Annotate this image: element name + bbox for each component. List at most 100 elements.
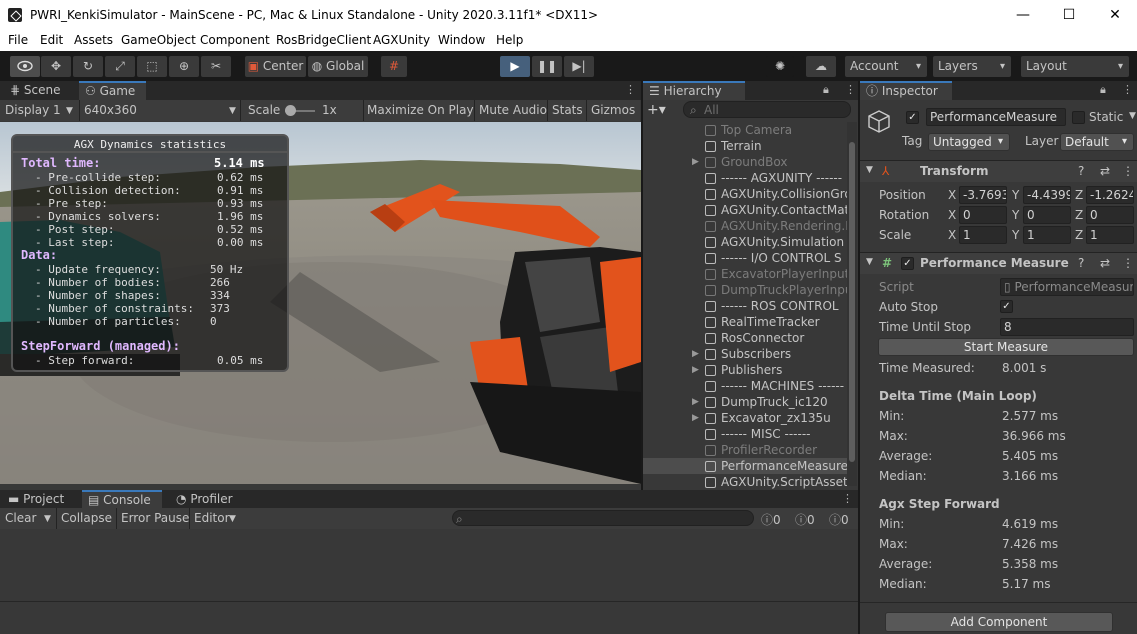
script-field[interactable]: ▯ PerformanceMeasure — [1000, 278, 1134, 296]
help-icon[interactable]: ? — [1078, 164, 1084, 178]
info-count-toggle[interactable]: ⓘ0 — [761, 511, 781, 528]
rotation-x-input[interactable]: 0 — [959, 206, 1007, 224]
hierarchy-item[interactable]: ▶ GroundBox — [643, 154, 847, 170]
minimize-button[interactable]: — — [1003, 4, 1043, 26]
panel-divider[interactable] — [641, 81, 643, 490]
resolution-dropdown[interactable]: 640x360 — [84, 103, 137, 117]
hierarchy-item[interactable]: AGXUnity.ContactMaterials — [643, 202, 847, 218]
position-z-input[interactable]: -1.2624 — [1086, 186, 1134, 204]
menu-file[interactable]: File — [8, 33, 28, 47]
auto-stop-checkbox[interactable]: ✓ — [1000, 300, 1013, 313]
error-pause-button[interactable]: Error Pause — [121, 511, 189, 525]
inspector-menu-icon[interactable]: ⋮ — [1122, 83, 1133, 96]
view-tool-button[interactable] — [10, 56, 40, 77]
foldout-icon[interactable]: ▼ — [866, 165, 873, 175]
move-tool-button[interactable]: ✥ — [41, 56, 71, 77]
foldout-icon[interactable]: ▼ — [866, 257, 873, 267]
clear-button[interactable]: Clear — [5, 511, 36, 525]
expand-arrow-icon[interactable]: ▶ — [692, 154, 699, 170]
component-menu-icon[interactable]: ⋮ — [1122, 256, 1134, 270]
maximize-on-play-button[interactable]: Maximize On Play — [367, 103, 474, 117]
hierarchy-search-input[interactable]: ⌕ All — [683, 101, 851, 118]
menu-component[interactable]: Component — [200, 33, 270, 47]
preset-icon[interactable]: ⇄ — [1100, 164, 1110, 178]
hierarchy-item[interactable]: ------ ROS CONTROL — [643, 298, 847, 314]
time-until-stop-input[interactable]: 8 — [1000, 318, 1134, 336]
tab-scene[interactable]: ⋕ Scene — [4, 81, 66, 100]
hierarchy-item[interactable]: ▶ Publishers — [643, 362, 847, 378]
menu-rosbridgeclient[interactable]: RosBridgeClient — [276, 33, 371, 47]
hierarchy-item[interactable]: RealTimeTracker — [643, 314, 847, 330]
scale-tool-button[interactable]: ⤢ — [105, 56, 135, 77]
hierarchy-item[interactable]: DumpTruckPlayerInput — [643, 282, 847, 298]
transform-tool-button[interactable]: ⊕ — [169, 56, 199, 77]
menu-help[interactable]: Help — [496, 33, 523, 47]
pivot-center-button[interactable]: ▣ Center — [245, 56, 306, 77]
scale-slider-handle[interactable] — [285, 105, 296, 116]
tab-game[interactable]: ⚇ Game — [79, 81, 146, 100]
panel-divider[interactable] — [858, 81, 860, 634]
rect-tool-button[interactable]: ⬚ — [137, 56, 167, 77]
transform-header[interactable]: ▼ ⅄ Transform ? ⇄ ⋮ — [860, 160, 1137, 182]
play-button[interactable]: ▶ — [500, 56, 530, 77]
scale-z-input[interactable]: 1 — [1086, 226, 1134, 244]
mute-audio-button[interactable]: Mute Audio — [479, 103, 547, 117]
step-button[interactable]: ▶| — [564, 56, 594, 77]
expand-arrow-icon[interactable]: ▶ — [692, 346, 699, 362]
maximize-button[interactable]: ☐ — [1049, 4, 1089, 26]
static-checkbox[interactable] — [1072, 111, 1085, 124]
cloud-button[interactable]: ☁ — [806, 56, 836, 77]
add-component-button[interactable]: Add Component — [885, 612, 1113, 632]
chevron-down-icon[interactable]: ▼ — [44, 514, 51, 524]
pause-button[interactable]: ❚❚ — [532, 56, 562, 77]
custom-tool-button[interactable]: ✂ — [201, 56, 231, 77]
component-enabled-checkbox[interactable]: ✓ — [901, 257, 914, 270]
grid-snap-button[interactable]: # — [381, 56, 407, 77]
expand-arrow-icon[interactable]: ▶ — [692, 394, 699, 410]
help-icon[interactable]: ? — [1078, 256, 1084, 270]
console-menu-icon[interactable]: ⋮ — [842, 492, 853, 505]
rotate-tool-button[interactable]: ↻ — [73, 56, 103, 77]
object-name-input[interactable]: PerformanceMeasure — [926, 108, 1066, 126]
menu-agxunity[interactable]: AGXUnity — [373, 33, 430, 47]
account-dropdown[interactable]: Account — [845, 56, 927, 77]
hierarchy-item[interactable]: AGXUnity.Rendering.Debug — [643, 218, 847, 234]
add-object-button[interactable]: +▾ — [647, 102, 666, 118]
start-measure-button[interactable]: Start Measure — [878, 338, 1134, 356]
position-x-input[interactable]: -3.7693 — [959, 186, 1007, 204]
expand-arrow-icon[interactable]: ▶ — [692, 410, 699, 426]
layout-dropdown[interactable]: Layout — [1021, 56, 1129, 77]
hierarchy-item[interactable]: Top Camera — [643, 122, 847, 138]
menu-edit[interactable]: Edit — [40, 33, 63, 47]
error-count-toggle[interactable]: ⓘ0 — [829, 511, 849, 528]
collapse-button[interactable]: Collapse — [61, 511, 112, 525]
component-menu-icon[interactable]: ⋮ — [1122, 164, 1134, 178]
rotation-z-input[interactable]: 0 — [1086, 206, 1134, 224]
hierarchy-item[interactable]: RosConnector — [643, 330, 847, 346]
static-dropdown[interactable]: Static — [1089, 110, 1123, 124]
lock-icon[interactable]: 🔒︎ — [823, 83, 829, 97]
scale-y-input[interactable]: 1 — [1023, 226, 1071, 244]
hierarchy-item[interactable]: ------ MACHINES ------ — [643, 378, 847, 394]
stats-button[interactable]: Stats — [552, 103, 583, 117]
hierarchy-item[interactable]: ------ AGXUNITY ------ — [643, 170, 847, 186]
tab-project[interactable]: ▬ Project — [2, 490, 70, 509]
editor-dropdown[interactable]: Editor — [194, 511, 230, 525]
tab-profiler[interactable]: ◔ Profiler — [170, 490, 239, 509]
hierarchy-menu-icon[interactable]: ⋮ — [845, 83, 856, 96]
hierarchy-item[interactable]: ExcavatorPlayerInput — [643, 266, 847, 282]
layers-dropdown[interactable]: Layers — [933, 56, 1011, 77]
hierarchy-item[interactable]: AGXUnity.CollisionGroups — [643, 186, 847, 202]
console-search-input[interactable]: ⌕ — [452, 510, 754, 526]
hierarchy-item[interactable]: ProfilerRecorder — [643, 442, 847, 458]
hierarchy-item[interactable]: AGXUnity.ScriptAsset — [643, 474, 847, 490]
position-y-input[interactable]: -4.4399 — [1023, 186, 1071, 204]
close-button[interactable]: ✕ — [1095, 4, 1135, 26]
preset-icon[interactable]: ⇄ — [1100, 256, 1110, 270]
rotation-y-input[interactable]: 0 — [1023, 206, 1071, 224]
layer-dropdown[interactable]: Default — [1060, 133, 1134, 151]
hierarchy-item[interactable]: AGXUnity.Simulation — [643, 234, 847, 250]
hierarchy-scrollbar[interactable] — [847, 122, 857, 486]
menu-gameobject[interactable]: GameObject — [121, 33, 196, 47]
tab-console[interactable]: ▤ Console — [82, 490, 162, 509]
